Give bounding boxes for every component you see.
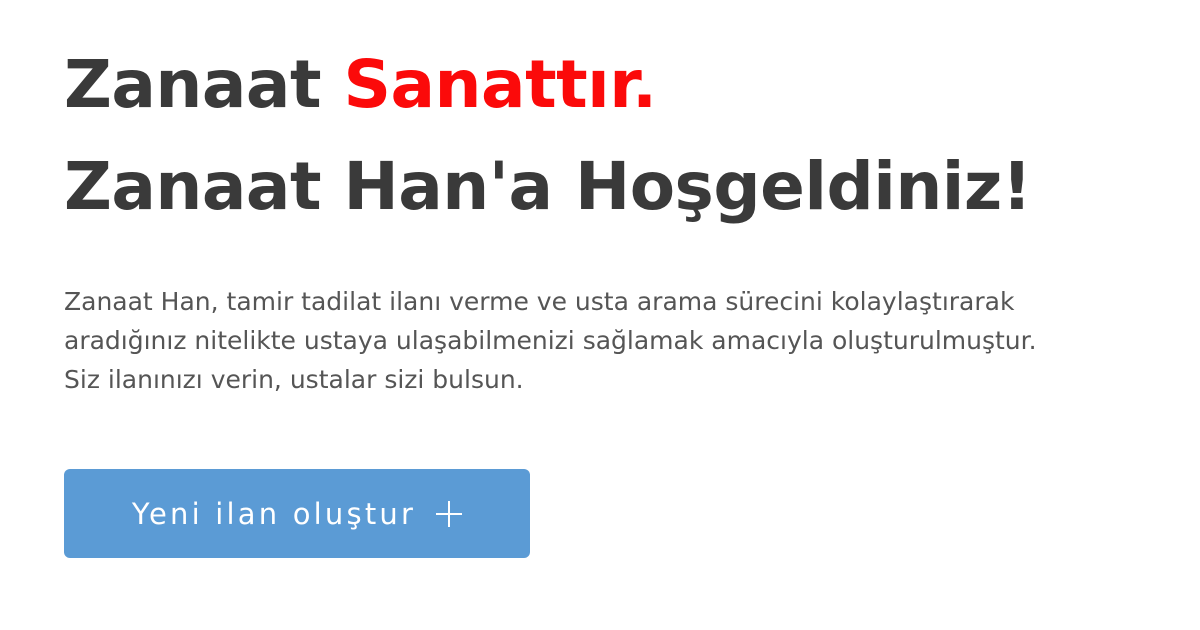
new-listing-button[interactable]: Yeni ilan oluştur bbox=[64, 469, 530, 558]
headline-line-2: Zanaat Han'a Hoşgeldiniz! bbox=[64, 148, 1032, 225]
headline-line-1-text: Zanaat bbox=[64, 46, 344, 123]
new-listing-button-label: Yeni ilan oluştur bbox=[131, 496, 417, 531]
plus-icon bbox=[436, 500, 463, 527]
headline-line-1: Zanaat Sanattır. bbox=[64, 52, 1174, 154]
hero-section: Zanaat Sanattır. Zanaat Han'a Hoşgeldini… bbox=[64, 52, 1174, 399]
hero-description: Zanaat Han, tamir tadilat ilanı verme ve… bbox=[64, 287, 1037, 394]
headline-accent-text: Sanattır. bbox=[343, 46, 657, 123]
hero-headline: Zanaat Sanattır. Zanaat Han'a Hoşgeldini… bbox=[64, 52, 1174, 256]
